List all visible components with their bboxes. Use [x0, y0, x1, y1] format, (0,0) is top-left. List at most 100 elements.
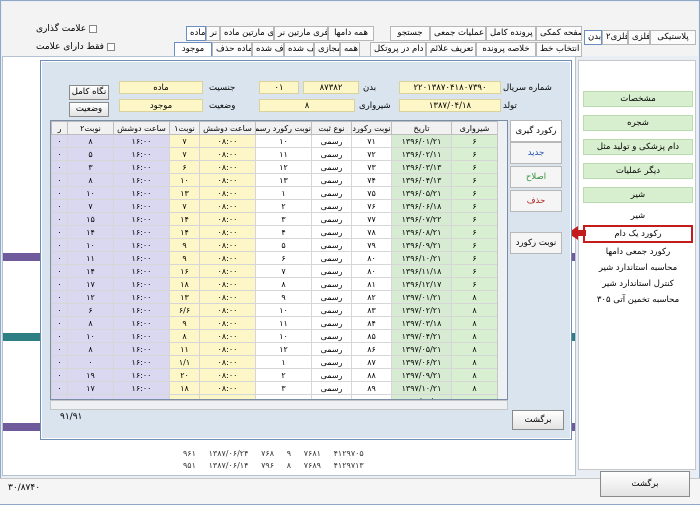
table-cell: ۸۵: [351, 329, 392, 343]
filter-freemartin-female[interactable]: فری مارتین ماده: [220, 26, 274, 41]
file-summary-button[interactable]: خلاصه پرونده: [476, 42, 536, 57]
sidebar-item-single-record[interactable]: رکورد یک دام: [583, 225, 693, 243]
record-pager: ۹۱/۹۱: [60, 412, 83, 422]
column-header[interactable]: نوبت رکورد: [351, 121, 392, 135]
table-row[interactable]: ۶ ۱۳۹۶/۰۱/۲۱ ۷۱ رسمی ۱۰ ۰۸:۰۰ ۷ ۱۶:۰۰ ۸ ۰: [51, 134, 498, 148]
tab-metal2[interactable]: فلزی۲: [602, 30, 628, 45]
table-cell: رسمی: [311, 368, 352, 382]
filter-male[interactable]: نر: [206, 26, 220, 41]
sidebar-item-std-calc[interactable]: محاسبه استاندارد شیر: [583, 261, 693, 275]
filter-female[interactable]: ماده: [186, 26, 206, 41]
mark-checkbox-box[interactable]: [89, 24, 98, 33]
table-row[interactable]: ۶ ۱۳۹۶/۰۹/۲۱ ۷۹ رسمی ۵ ۰۸:۰۰ ۹ ۱۶:۰۰ ۱۰ ۰: [51, 238, 498, 252]
table-row[interactable]: ۶ ۱۳۹۶/۱۱/۱۸ ۸۰ رسمی ۷ ۰۸:۰۰ ۱۶ ۱۶:۰۰ ۱۴ ۰: [51, 264, 498, 278]
dialog-back-button[interactable]: برگشت: [512, 410, 564, 430]
table-cell: ۱۳۹۷/۰۶/۲۱: [391, 355, 452, 369]
edit-record-button[interactable]: اصلاح: [510, 166, 562, 188]
column-header[interactable]: ساعت دوشش: [113, 121, 170, 135]
filter-ready-remove[interactable]: آماده حذف: [212, 42, 252, 57]
column-header[interactable]: نوبت۱: [169, 121, 200, 135]
full-view-button[interactable]: نگاه کامل: [69, 85, 109, 100]
sidebar-item-other-ops[interactable]: دیگر عملیات: [583, 163, 693, 179]
filter-dead[interactable]: تلف شده: [284, 42, 314, 57]
table-row[interactable]: ۶ ۱۳۹۶/۰۳/۱۳ ۷۳ رسمی ۱۲ ۰۸:۰۰ ۶ ۱۶:۰۰ ۳ ۰: [51, 160, 498, 174]
filter-all-animals[interactable]: همه دامها: [328, 26, 374, 41]
table-row[interactable]: ۸ ۱۳۹۷/۰۲/۲۱ ۸۳ رسمی ۱۰ ۰۸:۰۰ ۶/۶ ۱۶:۰۰ ۶ ۰: [51, 303, 498, 317]
status-button[interactable]: وضعیت: [69, 102, 109, 117]
sidebar-item-vet[interactable]: دام پزشکی و تولید مثل: [583, 139, 693, 155]
bulk-ops-button[interactable]: عملیات جمعی: [430, 26, 486, 41]
column-header[interactable]: شیرواری: [451, 121, 498, 135]
grid-vertical-scrollbar[interactable]: [497, 121, 507, 399]
table-cell: ۸۸: [351, 368, 392, 382]
protocol-animal-button[interactable]: دام در پروتکل: [370, 42, 426, 57]
table-row[interactable]: ۸ ۱۳۹۷/۰۹/۲۱ ۸۸ رسمی ۲ ۰۸:۰۰ ۲۰ ۱۶:۰۰ ۱۹ ۰: [51, 368, 498, 382]
table-row[interactable]: ۸ ۱۳۹۷/۰۱/۲۱ ۸۲ رسمی ۹ ۰۸:۰۰ ۱۳ ۱۶:۰۰ ۱۲ ۰: [51, 290, 498, 304]
table-row[interactable]: ۶ ۱۳۹۶/۱۰/۲۱ ۸۰ رسمی ۶ ۰۸:۰۰ ۹ ۱۶:۰۰ ۱۱ ۰: [51, 251, 498, 265]
table-row[interactable]: ۶ ۱۳۹۶/۰۷/۲۲ ۷۷ رسمی ۳ ۰۸:۰۰ ۱۴ ۱۶:۰۰ ۱۵ ۰: [51, 212, 498, 226]
table-row[interactable]: ۸ ۱۳۹۷/۰۶/۲۱ ۸۷ رسمی ۱ ۰۸:۰۰ ۱/۱ ۱۶:۰۰ ۰ ۰: [51, 355, 498, 369]
table-row[interactable]: ۸ ۱۳۹۷/۰۵/۲۱ ۸۶ رسمی ۱۲ ۰۸:۰۰ ۱۱ ۱۶:۰۰ ۸ ۰: [51, 342, 498, 356]
birth-field: ۱۳۸۷/۰۴/۱۸: [399, 99, 501, 112]
table-cell: ۹: [169, 251, 200, 265]
only-marked-checkbox[interactable]: فقط دارای علامت: [36, 42, 115, 52]
table-cell: ۱۲: [255, 160, 312, 174]
new-record-button[interactable]: جدید: [510, 142, 562, 164]
table-cell: رسمی: [311, 173, 352, 187]
table-row[interactable]: ۶ ۱۳۹۶/۰۲/۱۱ ۷۲ رسمی ۱۱ ۰۸:۰۰ ۷ ۱۶:۰۰ ۵ ۰: [51, 147, 498, 161]
full-file-button[interactable]: پرونده کامل: [486, 26, 536, 41]
sidebar-item-pedigree[interactable]: شجره: [583, 115, 693, 131]
filter-freemartin-male[interactable]: فری مارتین نر: [274, 26, 328, 41]
sidebar-item-305-estimate[interactable]: محاسبه تخمین آتی ۳۰۵: [583, 293, 693, 307]
table-cell: ۰: [67, 355, 114, 369]
table-cell: ۱۳: [169, 290, 200, 304]
table-cell: ۱۰: [255, 329, 312, 343]
sidebar-item-profile[interactable]: مشخصات: [583, 91, 693, 107]
define-marks-button[interactable]: تعریف علائم: [426, 42, 476, 57]
table-cell: ۱۷: [67, 381, 114, 395]
table-row[interactable]: ۶ ۱۳۹۶/۰۸/۲۱ ۷۸ رسمی ۴ ۰۸:۰۰ ۱۴ ۱۶:۰۰ ۱۴ ۰: [51, 225, 498, 239]
filter-virtual[interactable]: مجازی: [314, 42, 340, 57]
table-row[interactable]: ۸ ۱۳۹۷/۰۴/۲۱ ۸۵ رسمی ۱۰ ۰۸:۰۰ ۸ ۱۶:۰۰ ۱۰ ۰: [51, 329, 498, 343]
tab-metal[interactable]: فلزی: [628, 30, 650, 45]
table-cell: ۸: [451, 381, 498, 395]
delete-record-button[interactable]: حذف: [510, 190, 562, 212]
record-type-button[interactable]: نوبت رکورد: [510, 232, 562, 254]
table-cell: رسمی: [311, 381, 352, 395]
table-cell: ۸: [451, 368, 498, 382]
filter-all[interactable]: همه: [340, 42, 360, 57]
filter-existing[interactable]: موجود: [174, 42, 212, 57]
sidebar-item-milk-sub[interactable]: شیر: [583, 209, 693, 223]
mark-checkbox[interactable]: علامت گذاری: [36, 24, 98, 34]
search-button[interactable]: جستجو: [390, 26, 430, 41]
table-row[interactable]: ۸ ۱۳۹۷/۰۳/۱۸ ۸۴ رسمی ۱۱ ۰۸:۰۰ ۹ ۱۶:۰۰ ۸ ۰: [51, 316, 498, 330]
filter-removed[interactable]: حذف شده: [252, 42, 284, 57]
table-row[interactable]: ۸ ۱۳۹۷/۱۰/۲۱ ۸۹ رسمی ۳ ۰۸:۰۰ ۱۸ ۱۶:۰۰ ۱۷ ۰: [51, 381, 498, 395]
sidebar-item-bulk-record[interactable]: رکورد جمعی دامها: [583, 245, 693, 259]
grid-horizontal-scrollbar[interactable]: [50, 400, 508, 410]
column-header[interactable]: ساعت دوشش: [199, 121, 256, 135]
column-header[interactable]: ر: [51, 121, 68, 135]
select-line-button[interactable]: انتخاب خط: [536, 42, 582, 57]
tab-plastic[interactable]: پلاستیکی: [650, 30, 696, 45]
table-cell: ۰: [51, 238, 68, 252]
helper-page-button[interactable]: صفحه کمکی: [536, 26, 582, 41]
table-row[interactable]: ۶ ۱۳۹۶/۱۲/۱۷ ۸۱ رسمی ۸ ۰۸:۰۰ ۱۸ ۱۶:۰۰ ۱۷ ۰: [51, 277, 498, 291]
column-header[interactable]: نوبت رکورد رسمی: [255, 121, 312, 135]
milk-records-table: شیرواری تاریخ نوبت رکورد نوع ثبت نوبت رکورد …: [51, 121, 498, 399]
table-cell: ۱۶:۰۰: [113, 173, 170, 187]
sidebar-item-milk[interactable]: شیر: [583, 187, 693, 203]
table-cell: ۰۸:۰۰: [199, 238, 256, 252]
table-cell: ۱۱: [255, 316, 312, 330]
column-header[interactable]: نوع ثبت: [311, 121, 352, 135]
table-row[interactable]: ۶ ۱۳۹۶/۰۵/۲۱ ۷۵ رسمی ۱ ۰۸:۰۰ ۱۳ ۱۶:۰۰ ۱۰ ۰: [51, 186, 498, 200]
table-cell: ۱۶:۰۰: [113, 277, 170, 291]
table-row[interactable]: ۶ ۱۳۹۶/۰۴/۱۳ ۷۴ رسمی ۱۳ ۰۸:۰۰ ۱۰ ۱۶:۰۰ ۸ ۰: [51, 173, 498, 187]
sidebar-item-std-control[interactable]: کنترل استاندارد شیر: [583, 277, 693, 291]
main-back-button[interactable]: برگشت: [600, 471, 690, 497]
column-header[interactable]: نوبت۲: [67, 121, 114, 135]
table-row[interactable]: ۶ ۱۳۹۶/۰۶/۱۸ ۷۶ رسمی ۲ ۰۸:۰۰ ۷ ۱۶:۰۰ ۷ ۰: [51, 199, 498, 213]
only-marked-checkbox-box[interactable]: [106, 42, 115, 51]
column-header[interactable]: تاریخ: [391, 121, 452, 135]
tab-body[interactable]: بدن: [584, 30, 602, 45]
